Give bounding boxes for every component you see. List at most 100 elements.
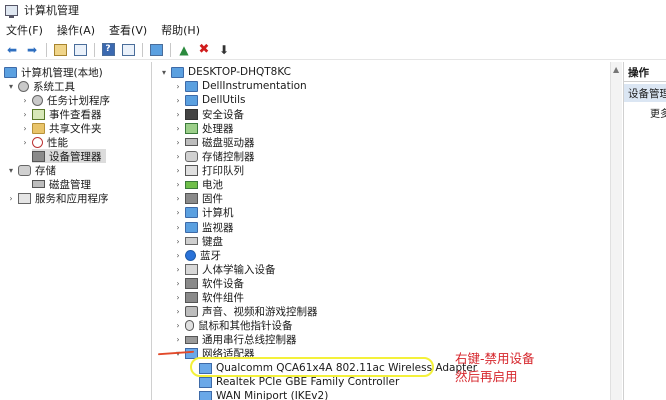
expand-chevron-icon[interactable]: ›: [173, 138, 183, 147]
menu-help[interactable]: 帮助(H): [161, 22, 200, 38]
device-category-row[interactable]: › DellInstrumentation: [173, 79, 306, 93]
device-category-row[interactable]: › 声音、视频和游戏控制器: [173, 305, 318, 319]
tree-item-computer-management[interactable]: 计算机管理(本地): [4, 65, 103, 79]
expand-chevron-icon[interactable]: ›: [173, 223, 183, 232]
expand-chevron-icon[interactable]: ›: [173, 124, 183, 133]
device-category-row[interactable]: › 打印队列: [173, 164, 244, 178]
device-category-row[interactable]: › 鼠标和其他指针设备: [173, 319, 293, 333]
device-category-row[interactable]: › 存储控制器: [173, 150, 255, 164]
device-category-label: 计算机: [202, 207, 234, 220]
expand-chevron-icon[interactable]: ›: [173, 82, 183, 91]
expand-chevron-icon[interactable]: ›: [173, 208, 183, 217]
expand-chevron-icon[interactable]: ›: [173, 237, 183, 246]
back-arrow-icon[interactable]: ⬅: [4, 42, 20, 58]
show-tree-icon[interactable]: [72, 42, 88, 58]
storage-icon: [18, 164, 31, 176]
expand-chevron-icon[interactable]: ›: [20, 124, 30, 133]
expand-chevron-icon[interactable]: ›: [173, 110, 183, 119]
more-actions-link[interactable]: 更多操作: [650, 105, 666, 120]
tree-item-system-tools[interactable]: ▾ 系统工具: [6, 79, 75, 93]
bluetooth-icon: [185, 249, 196, 261]
enable-device-icon[interactable]: ▲: [176, 42, 192, 58]
sound-icon: [185, 306, 198, 318]
menu-file[interactable]: 文件(F): [6, 22, 43, 38]
device-category-row[interactable]: › 安全设备: [173, 107, 244, 121]
mouse-icon: [185, 320, 194, 332]
tree-item-event-viewer[interactable]: › 事件查看器: [20, 107, 102, 121]
device-category-row[interactable]: › 固件: [173, 192, 223, 206]
expand-chevron-icon[interactable]: ›: [173, 194, 183, 203]
device-category-row[interactable]: › 通用串行总线控制器: [173, 333, 296, 347]
tree-item-performance[interactable]: › 性能: [20, 135, 68, 149]
expand-chevron-icon[interactable]: ›: [173, 279, 183, 288]
collapse-chevron-icon[interactable]: ▾: [159, 68, 169, 77]
device-category-row[interactable]: › 磁盘驱动器: [173, 135, 254, 149]
tree-item-services-and-applications[interactable]: › 服务和应用程序: [6, 191, 109, 205]
forward-arrow-icon[interactable]: ➡: [24, 42, 40, 58]
device-category-row[interactable]: › 计算机: [173, 206, 234, 220]
network-adapter-row[interactable]: Realtek PCIe GBE Family Controller: [199, 375, 399, 389]
tree-item-label: 存储: [35, 164, 56, 177]
menu-action[interactable]: 操作(A): [57, 22, 95, 38]
clock-icon: [32, 94, 43, 106]
expand-chevron-icon[interactable]: ›: [173, 251, 183, 260]
expand-chevron-icon[interactable]: ›: [173, 166, 183, 175]
device-category-row[interactable]: › DellUtils: [173, 93, 245, 107]
toolbar-separator: [170, 42, 171, 57]
battery-icon: [185, 180, 198, 189]
network-adapter-row[interactable]: WAN Miniport (IKEv2): [199, 389, 328, 400]
device-category-row[interactable]: › 软件设备: [173, 276, 244, 290]
collapse-chevron-icon[interactable]: ▾: [6, 82, 16, 91]
no-entry-icon: [32, 136, 43, 148]
actions-device-manager[interactable]: 设备管理器: [624, 84, 666, 102]
device-category-row[interactable]: › 监视器: [173, 220, 234, 234]
annotation-line-1: 右键-禁用设备: [455, 351, 535, 366]
expand-chevron-icon[interactable]: ›: [6, 194, 16, 203]
expand-chevron-icon[interactable]: ›: [173, 307, 183, 316]
tree-item-shared-folders[interactable]: › 共享文件夹: [20, 121, 102, 135]
monitor-icon[interactable]: [148, 42, 164, 58]
device-category-row[interactable]: › 蓝牙: [173, 248, 221, 262]
up-folder-icon[interactable]: [52, 42, 68, 58]
delete-x-icon[interactable]: ✖: [196, 42, 212, 58]
device-category-row[interactable]: ▾ 网络适配器: [173, 347, 255, 361]
network-adapter-row[interactable]: Qualcomm QCA61x4A 802.11ac Wireless Adap…: [199, 361, 477, 375]
expand-chevron-icon[interactable]: ›: [20, 110, 30, 119]
device-category-label: 声音、视频和游戏控制器: [202, 306, 318, 319]
tree-item-disk-management[interactable]: 磁盘管理: [32, 177, 91, 191]
collapse-chevron-icon[interactable]: ▾: [6, 166, 16, 175]
expand-chevron-icon[interactable]: ›: [20, 138, 30, 147]
network-adapter-icon: [199, 362, 212, 374]
tree-item-label: 任务计划程序: [47, 94, 110, 107]
services-icon: [18, 192, 31, 204]
help-icon[interactable]: ?: [100, 42, 116, 58]
expand-chevron-icon[interactable]: ›: [173, 335, 183, 344]
device-category-row[interactable]: › 软件组件: [173, 291, 244, 305]
expand-chevron-icon[interactable]: ›: [173, 152, 183, 161]
expand-chevron-icon[interactable]: ›: [173, 321, 183, 330]
monitor-icon: [185, 94, 198, 106]
properties-icon[interactable]: [120, 42, 136, 58]
menu-view[interactable]: 查看(V): [109, 22, 147, 38]
expand-chevron-icon[interactable]: ›: [20, 96, 30, 105]
tree-item-storage[interactable]: ▾ 存储: [6, 163, 56, 177]
tree-item-label: 性能: [47, 136, 68, 149]
expand-chevron-icon[interactable]: ›: [173, 293, 183, 302]
device-tree-root[interactable]: ▾ DESKTOP-DHQT8KC: [159, 65, 291, 79]
scroll-up-arrow-icon[interactable]: ▲: [613, 65, 619, 74]
tree-item-device-manager[interactable]: 设备管理器: [32, 149, 106, 163]
expand-chevron-icon[interactable]: ›: [173, 265, 183, 274]
device-category-label: 网络适配器: [202, 348, 255, 361]
tree-item-label: 磁盘管理: [49, 178, 91, 191]
expand-chevron-icon[interactable]: ›: [173, 96, 183, 105]
device-tree-root-label: DESKTOP-DHQT8KC: [188, 66, 292, 78]
device-category-row[interactable]: › 处理器: [173, 121, 234, 135]
device-category-row[interactable]: › 键盘: [173, 234, 223, 248]
navigation-tree-pane: 计算机管理(本地) ▾ 系统工具 › 任务计划程序 › 事件查看器 › 共享文件…: [0, 62, 152, 400]
vertical-scrollbar[interactable]: ▲: [610, 62, 622, 400]
download-arrow-icon[interactable]: ⬇: [216, 42, 232, 58]
expand-chevron-icon[interactable]: ›: [173, 180, 183, 189]
tree-item-task-scheduler[interactable]: › 任务计划程序: [20, 93, 110, 107]
device-category-row[interactable]: › 人体学输入设备: [173, 262, 276, 276]
device-category-row[interactable]: › 电池: [173, 178, 223, 192]
